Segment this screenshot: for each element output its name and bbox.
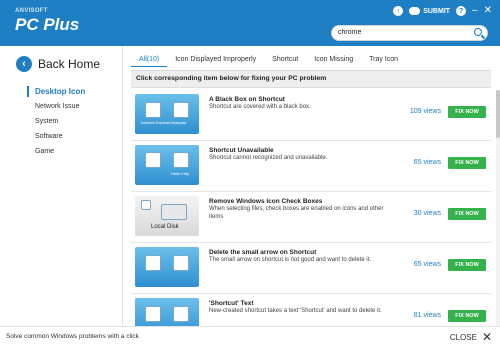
tab-tray-icon[interactable]: Tray Icon <box>361 54 406 66</box>
shortcut-icon <box>145 306 161 322</box>
minimize-button[interactable]: – <box>472 6 478 16</box>
thumb-label: Notepad <box>171 120 187 125</box>
list-item[interactable]: Internet Explorer Notepad A Black Box on… <box>131 90 491 141</box>
item-thumbnail <box>135 298 199 326</box>
close-label: CLOSE <box>449 332 477 342</box>
brand-name: PC Plus <box>15 15 80 34</box>
item-title: Shortcut Unavailable <box>209 147 274 154</box>
window-close-button[interactable]: ✕ <box>484 6 492 16</box>
item-title: Remove Windows Icon Check Boxes <box>209 198 323 205</box>
item-thumbnail: Internet Explorer Notepad <box>135 94 199 134</box>
drive-icon <box>161 204 187 220</box>
item-views: 65 views <box>413 159 441 166</box>
item-views: 81 views <box>413 312 441 319</box>
shortcut-icon <box>145 255 161 271</box>
shortcut-icon <box>145 102 161 118</box>
item-thumbnail <box>135 247 199 287</box>
instruction-text: Click corresponding item below for fixin… <box>136 75 327 82</box>
item-title: 'Shortcut' Text <box>209 300 254 307</box>
sidebar-item-system[interactable]: System <box>0 114 122 129</box>
item-title: Delete the small arrow on Shortcut <box>209 249 317 256</box>
back-arrow-icon: ‹ <box>16 56 32 72</box>
thumb-label: Internet Explorer <box>141 120 171 125</box>
back-home-label: Back Home <box>38 57 101 71</box>
fix-now-button[interactable]: FIX NOW <box>448 208 486 220</box>
list-item[interactable]: 'Shortcut' Text New-created shortcut tak… <box>131 294 491 326</box>
item-views: 30 views <box>413 210 441 217</box>
sidebar-item-game[interactable]: Game <box>0 144 122 159</box>
scrollbar-thumb[interactable] <box>496 90 500 138</box>
search-icon[interactable] <box>474 28 482 36</box>
problem-list: Internet Explorer Notepad A Black Box on… <box>131 90 491 326</box>
checkbox-icon <box>141 200 151 210</box>
item-views: 65 views <box>413 261 441 268</box>
tab-icon-displayed-improperly[interactable]: Icon Displayed Improperly <box>167 54 264 66</box>
sidebar-item-network-issue[interactable]: Network Issue <box>0 99 122 114</box>
header-bar: ANVISOFT PC Plus ↑ SUBMIT ? – ✕ <box>0 0 500 46</box>
fix-now-button[interactable]: FIX NOW <box>448 259 486 271</box>
fix-now-button[interactable]: FIX NOW <box>448 106 486 118</box>
list-scrollbar[interactable] <box>496 90 500 326</box>
item-thumbnail: Local Disk <box>135 196 199 236</box>
main-panel: All(10) Icon Displayed Improperly Shortc… <box>122 46 500 326</box>
tab-shortcut[interactable]: Shortcut <box>264 54 306 66</box>
close-icon: ✕ <box>481 330 492 344</box>
sidebar: ‹ Back Home Desktop Icon Network Issue S… <box>0 46 122 326</box>
item-description: New-created shortcut takes a text 'Short… <box>209 308 382 314</box>
shortcut-icon <box>173 255 189 271</box>
search-box <box>331 25 488 41</box>
shortcut-icon <box>173 152 189 168</box>
sidebar-item-software[interactable]: Software <box>0 129 122 144</box>
sidebar-item-desktop-icon[interactable]: Desktop Icon <box>0 84 122 99</box>
back-home-button[interactable]: ‹ Back Home <box>16 56 100 72</box>
list-item[interactable]: Hello Kitty Shortcut Unavailable Shortcu… <box>131 141 491 192</box>
item-title: A Black Box on Shortcut <box>209 96 285 103</box>
shortcut-icon <box>173 102 189 118</box>
item-description: Shortcut cannot recognized and unavailab… <box>209 155 328 161</box>
submit-label: SUBMIT <box>423 7 451 15</box>
list-item[interactable]: Local Disk Remove Windows Icon Check Box… <box>131 192 491 243</box>
filter-tabs: All(10) Icon Displayed Improperly Shortc… <box>131 54 406 67</box>
thumb-label: Local Disk <box>151 224 179 230</box>
item-description: When selecting files, check boxes are en… <box>209 206 384 220</box>
thumb-label: Hello Kitty <box>171 171 190 176</box>
document-icon <box>145 152 161 168</box>
shortcut-icon <box>173 306 189 322</box>
status-text: Solve common Windows problems with a cli… <box>6 333 139 340</box>
tab-icon-missing[interactable]: Icon Missing <box>306 54 361 66</box>
item-views: 109 views <box>409 108 441 115</box>
search-input[interactable] <box>338 27 468 38</box>
category-nav: Desktop Icon Network Issue System Softwa… <box>0 84 122 159</box>
info-icon[interactable]: ↑ <box>393 6 404 16</box>
submit-button[interactable]: SUBMIT <box>409 7 450 15</box>
chat-icon <box>409 7 421 15</box>
brand-vendor: ANVISOFT <box>15 8 48 14</box>
item-thumbnail: Hello Kitty <box>135 145 199 185</box>
item-description: Shortcut are covered with a black box. <box>209 104 311 110</box>
list-item[interactable]: Delete the small arrow on Shortcut The s… <box>131 243 491 294</box>
fix-now-button[interactable]: FIX NOW <box>448 157 486 169</box>
tab-all[interactable]: All(10) <box>131 54 168 67</box>
app-window: ANVISOFT PC Plus ↑ SUBMIT ? – ✕ ‹ Back H… <box>0 0 500 326</box>
header-actions: ↑ SUBMIT ? – ✕ <box>393 6 492 16</box>
fix-now-button[interactable]: FIX NOW <box>448 310 486 322</box>
close-button[interactable]: CLOSE ✕ <box>450 331 492 343</box>
help-icon[interactable]: ? <box>456 6 467 16</box>
instruction-bar: Click corresponding item below for fixin… <box>131 70 491 88</box>
status-bar: Solve common Windows problems with a cli… <box>0 326 500 348</box>
item-description: The small arrow on shortcut is not good … <box>209 257 372 263</box>
